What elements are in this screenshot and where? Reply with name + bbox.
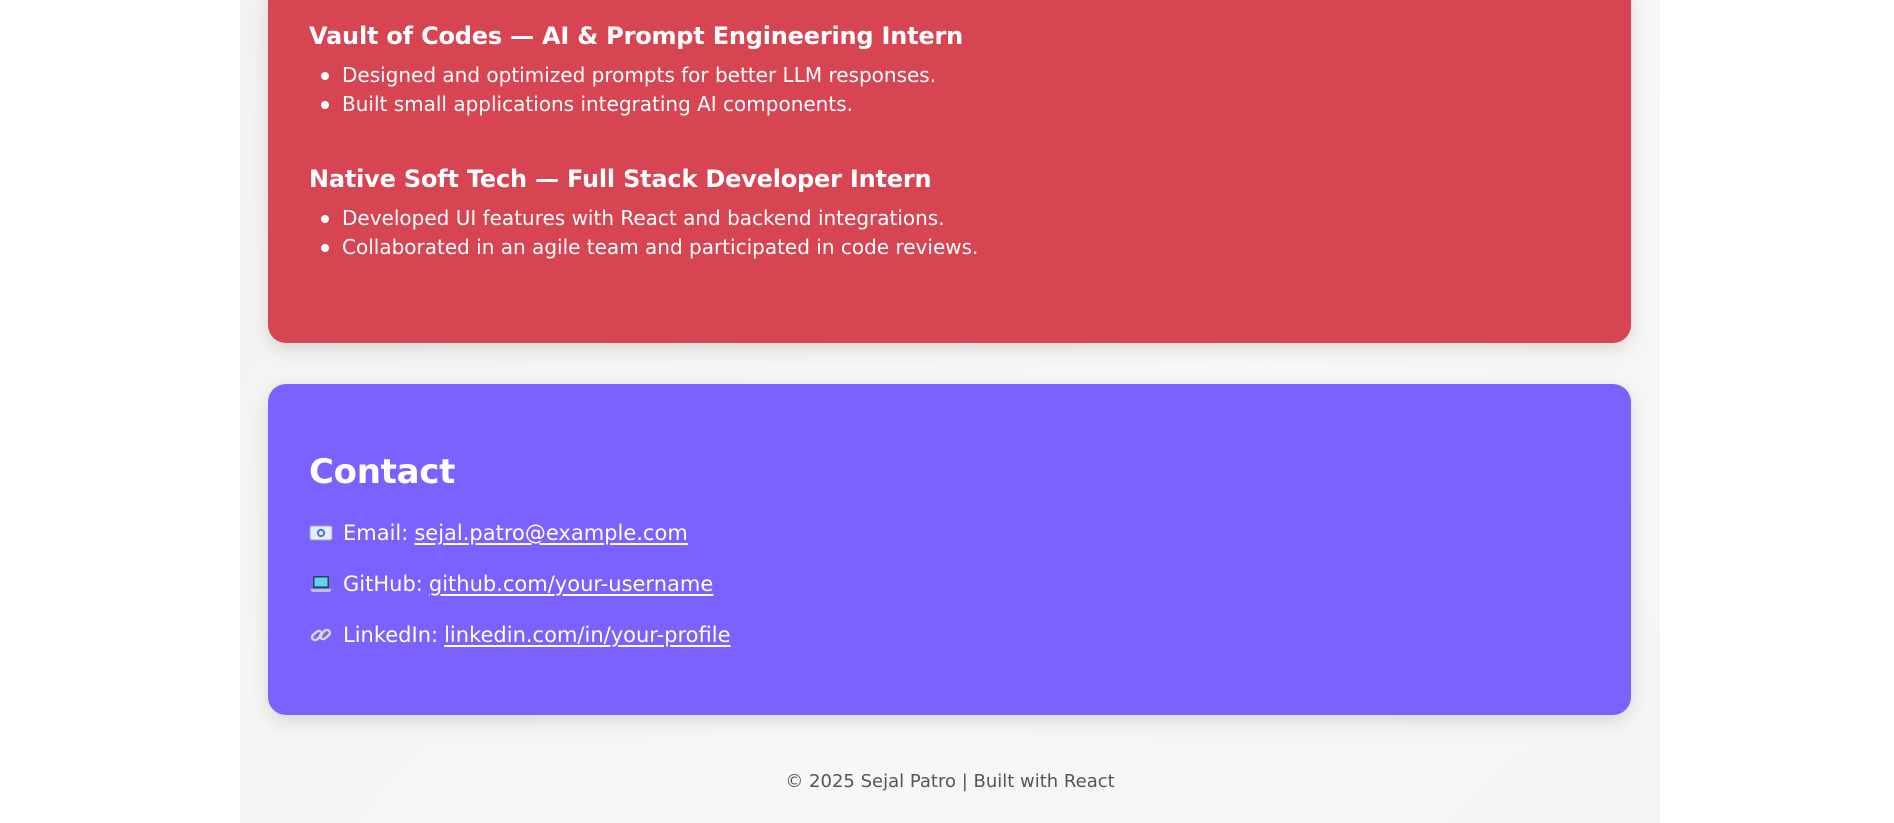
job-title: Vault of Codes — AI & Prompt Engineering… — [309, 22, 964, 50]
footer: © 2025 Sejal Patro | Built with React — [240, 771, 1660, 792]
job-bullet: Built small applications integrating AI … — [320, 90, 936, 119]
experience-card: Vault of Codes — AI & Prompt Engineering… — [268, 0, 1631, 343]
contact-linkedin-label: LinkedIn: — [343, 623, 439, 647]
job-bullet: Developed UI features with React and bac… — [320, 204, 978, 233]
github-link[interactable]: github.com/your-username — [429, 572, 713, 596]
job-bullet: Designed and optimized prompts for bette… — [320, 61, 936, 90]
contact-linkedin-row: LinkedIn: linkedin.com/in/your-profile — [309, 623, 731, 647]
job-bullet-list: Developed UI features with React and bac… — [320, 204, 978, 262]
link-icon — [309, 623, 333, 647]
contact-email-label: Email: — [343, 521, 409, 545]
contact-card: Contact Email: sejal.patro@example.com G… — [268, 384, 1631, 715]
page-content: Vault of Codes — AI & Prompt Engineering… — [240, 0, 1660, 823]
footer-text: © 2025 Sejal Patro | Built with React — [785, 771, 1115, 792]
contact-github-label: GitHub: — [343, 572, 423, 596]
contact-email-row: Email: sejal.patro@example.com — [309, 521, 688, 545]
job-bullet: Collaborated in an agile team and partic… — [320, 233, 978, 262]
job-bullet-list: Designed and optimized prompts for bette… — [320, 61, 936, 119]
linkedin-link[interactable]: linkedin.com/in/your-profile — [444, 623, 730, 647]
email-link[interactable]: sejal.patro@example.com — [414, 521, 687, 545]
contact-heading: Contact — [309, 452, 456, 492]
job-title: Native Soft Tech — Full Stack Developer … — [309, 165, 932, 193]
laptop-icon — [309, 572, 333, 596]
email-icon — [309, 521, 333, 545]
contact-github-row: GitHub: github.com/your-username — [309, 572, 713, 596]
